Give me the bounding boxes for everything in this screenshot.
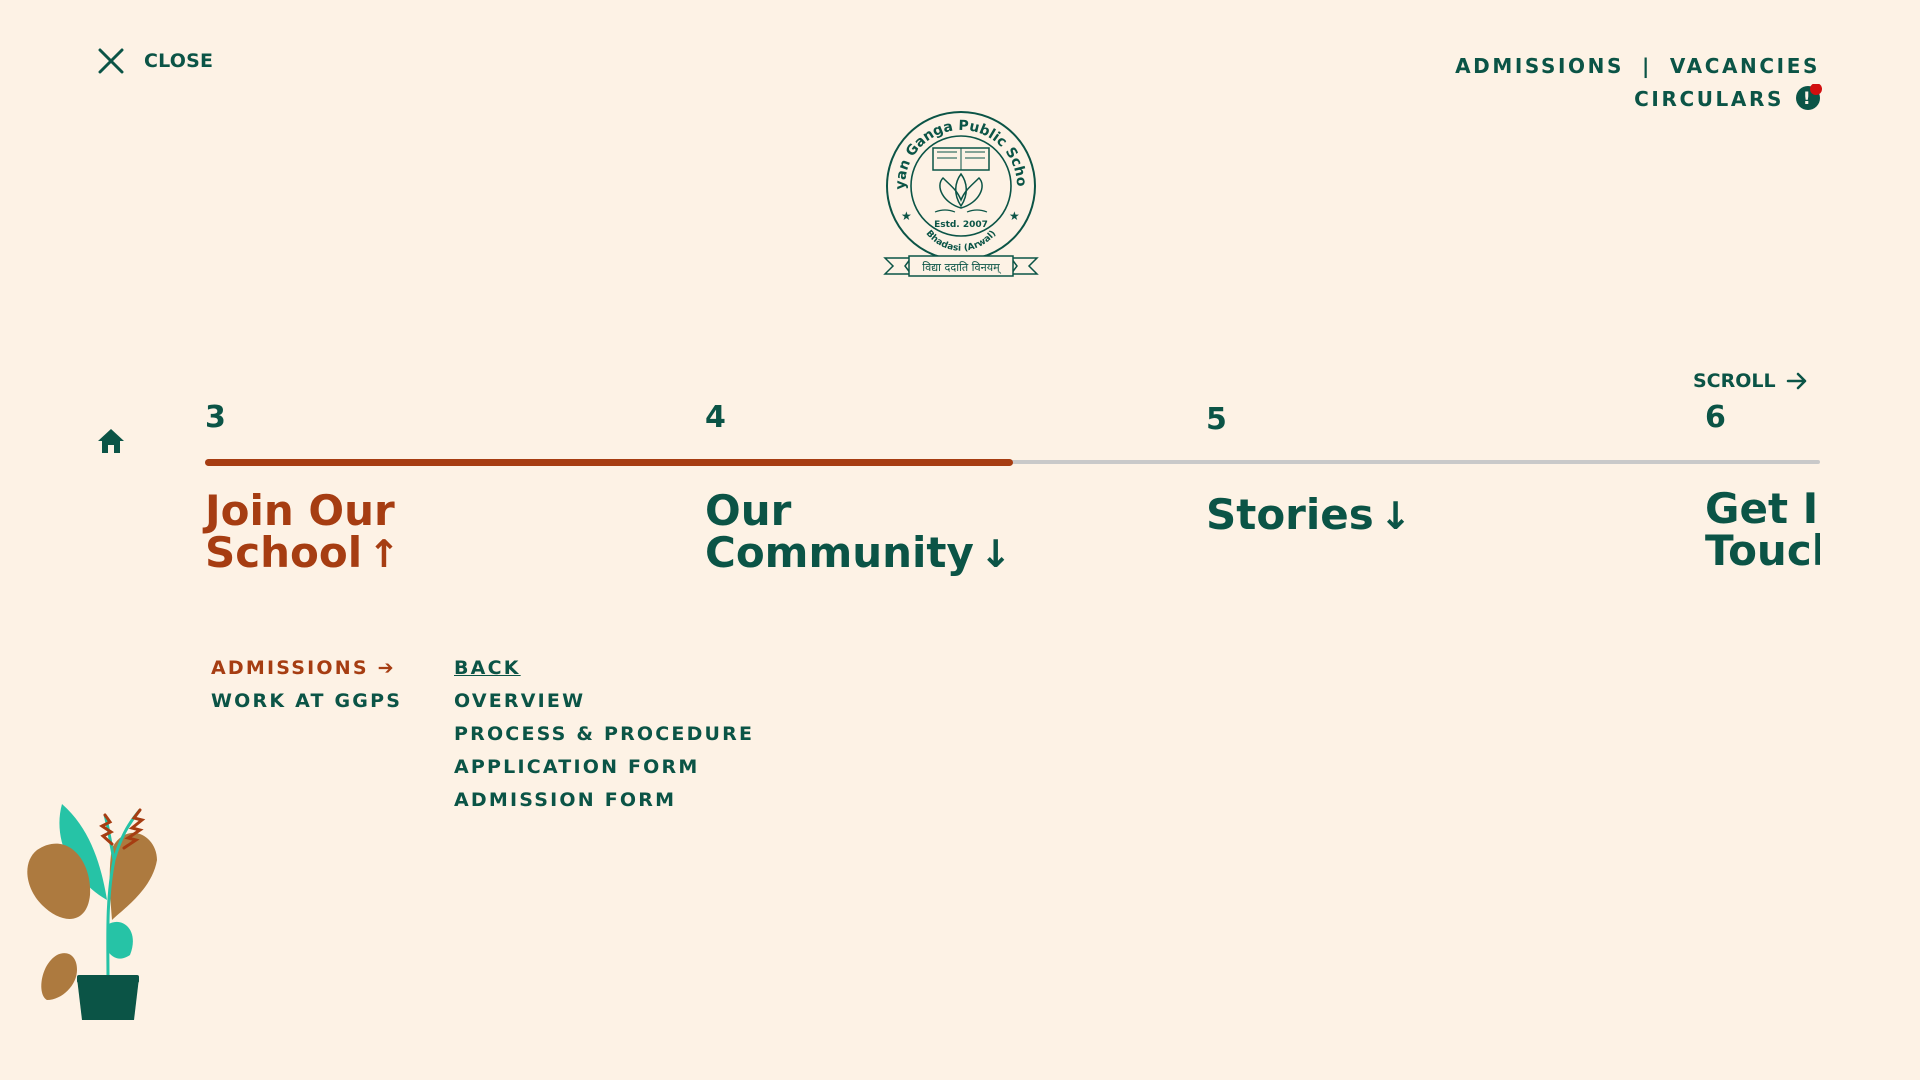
menu-item-work-at-ggps[interactable]: WORK AT GGPS bbox=[211, 685, 402, 718]
menu-item-application-form[interactable]: APPLICATION FORM bbox=[454, 751, 754, 784]
close-icon bbox=[98, 48, 124, 74]
logo-school-name: Gyan Ganga Public School bbox=[883, 108, 1029, 190]
arrow-down-icon: ↓ bbox=[979, 532, 1012, 576]
arrow-down-icon: ↓ bbox=[1379, 494, 1412, 538]
menu-item-overview[interactable]: OVERVIEW bbox=[454, 685, 754, 718]
section-our-community[interactable]: Our Community ↓ bbox=[705, 486, 1012, 577]
scroll-hint[interactable]: SCROLL bbox=[1693, 370, 1808, 392]
close-button[interactable]: CLOSE bbox=[98, 48, 213, 74]
step-number-6: 6 bbox=[1705, 400, 1726, 435]
section-stories[interactable]: Stories ↓ bbox=[1206, 494, 1412, 538]
logo-star-right: ★ bbox=[1009, 209, 1020, 223]
menu-item-label: ADMISSIONS bbox=[211, 657, 369, 679]
menu-item-admissions[interactable]: ADMISSIONS ➔ bbox=[211, 652, 402, 685]
scroll-label: SCROLL bbox=[1693, 370, 1776, 392]
section-title-line1: Get In bbox=[1705, 488, 1820, 533]
section-title-line2: School bbox=[205, 528, 363, 577]
section-title-line2: Touch bbox=[1705, 526, 1820, 572]
alert-icon[interactable]: ! bbox=[1796, 83, 1822, 110]
logo-established: Estd. 2007 bbox=[934, 220, 988, 230]
arrow-up-icon: ↑ bbox=[368, 532, 400, 576]
section-join-our-school[interactable]: Join Our School ↑ bbox=[205, 486, 400, 577]
step-number-3: 3 bbox=[205, 400, 226, 435]
close-label: CLOSE bbox=[144, 50, 214, 72]
vacancies-link[interactable]: VACANCIES bbox=[1670, 54, 1820, 78]
svg-text:Bhadasi (Arwal): Bhadasi (Arwal) bbox=[924, 229, 999, 254]
top-nav: ADMISSIONS | VACANCIES CIRCULARS! bbox=[1455, 50, 1822, 116]
progress-track[interactable] bbox=[205, 459, 1820, 466]
menu-item-admission-form[interactable]: ADMISSION FORM bbox=[454, 784, 754, 817]
alert-badge-text: ! bbox=[1803, 89, 1813, 109]
submenu-primary: ADMISSIONS ➔ WORK AT GGPS bbox=[211, 652, 402, 718]
circulars-link[interactable]: CIRCULARS bbox=[1634, 87, 1784, 111]
section-title-line1: Stories bbox=[1206, 490, 1374, 539]
step-number-4: 4 bbox=[705, 400, 726, 435]
section-title-line1: Our bbox=[705, 486, 792, 535]
menu-item-back[interactable]: BACK bbox=[454, 652, 754, 685]
logo-location: Bhadasi (Arwal) bbox=[924, 229, 999, 254]
submenu-secondary: BACK OVERVIEW PROCESS & PROCEDURE APPLIC… bbox=[454, 652, 754, 817]
step-number-5: 5 bbox=[1206, 402, 1227, 437]
arrow-right-icon: ➔ bbox=[377, 657, 396, 679]
logo-motto: विद्या ददाति विनयम् bbox=[922, 261, 1001, 274]
svg-text:Gyan Ganga Public School: Gyan Ganga Public School bbox=[883, 108, 1029, 190]
section-get-in-touch[interactable]: Get In Touch bbox=[1705, 488, 1820, 572]
admissions-link[interactable]: ADMISSIONS bbox=[1455, 54, 1624, 78]
logo-star-left: ★ bbox=[901, 209, 912, 223]
nav-separator: | bbox=[1642, 54, 1652, 78]
home-icon[interactable] bbox=[97, 428, 125, 454]
section-title-line1: Join Our bbox=[205, 486, 395, 535]
section-title-line2: Community bbox=[705, 528, 974, 577]
arrow-right-icon bbox=[1786, 372, 1806, 390]
school-logo[interactable]: Gyan Ganga Public School Bhadasi (Arwal)… bbox=[883, 108, 1039, 284]
plant-illustration bbox=[27, 804, 157, 1020]
progress-fill bbox=[205, 459, 1013, 466]
menu-item-process-procedure[interactable]: PROCESS & PROCEDURE bbox=[454, 718, 754, 751]
